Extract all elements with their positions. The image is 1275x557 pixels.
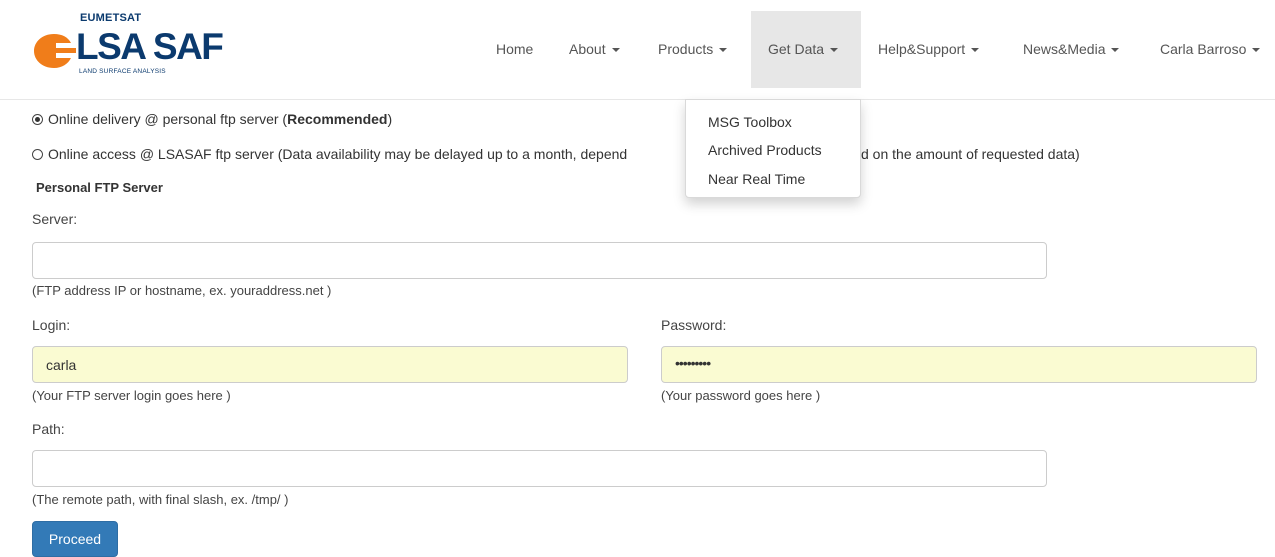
- path-label: Path:: [32, 421, 65, 437]
- radio-button[interactable]: [32, 113, 43, 125]
- caret-down-icon: [719, 48, 728, 53]
- option-emphasis: Recommended: [287, 111, 388, 127]
- password-label: Password:: [661, 317, 727, 333]
- nav-home-label: Home: [496, 41, 534, 57]
- caret-down-icon: [1252, 48, 1261, 53]
- caret-down-icon: [830, 48, 839, 53]
- caret-down-icon: [611, 48, 620, 53]
- nav-products-label: Products: [658, 41, 714, 57]
- server-input[interactable]: [32, 242, 1047, 279]
- dropdown-item-msg-toolbox[interactable]: MSG Toolbox: [708, 114, 792, 130]
- password-value: •••••••••: [675, 355, 711, 371]
- dropdown-item-near-real-time[interactable]: Near Real Time: [708, 171, 805, 187]
- logo[interactable]: EUMETSAT LSA SAF LAND SURFACE ANALYSIS: [32, 10, 232, 80]
- lsa-saf-logo-icon: [34, 34, 76, 68]
- path-help: (The remote path, with final slash, ex. …: [32, 492, 289, 507]
- option-text: Online delivery @ personal ftp server (: [48, 111, 288, 127]
- server-label: Server:: [32, 211, 78, 227]
- login-input[interactable]: carla: [32, 346, 628, 383]
- nav-user-label: Carla Barroso: [1160, 41, 1247, 57]
- nav-home[interactable]: Home: [496, 11, 533, 88]
- eumetsat-wordmark: EUMETSAT: [80, 12, 142, 24]
- radio-button[interactable]: [32, 148, 43, 160]
- caret-down-icon: [1111, 48, 1120, 53]
- nav-help-support-label: Help&Support: [878, 41, 966, 57]
- option-text-continued: d on the amount of requested data): [861, 146, 1080, 162]
- proceed-button[interactable]: Proceed: [32, 521, 118, 557]
- path-input[interactable]: [32, 450, 1047, 487]
- get-data-dropdown: MSG Toolbox Archived Products Near Real …: [685, 99, 861, 198]
- delivery-option-lsasaf-ftp[interactable]: Online access @ LSASAF ftp server (Data …: [32, 146, 627, 162]
- brand-name: LSA SAF: [76, 26, 224, 67]
- section-title: Personal FTP Server: [36, 180, 163, 195]
- dropdown-item-archived-products[interactable]: Archived Products: [708, 142, 822, 158]
- nav-about[interactable]: About: [569, 11, 620, 88]
- nav-about-label: About: [569, 41, 606, 57]
- nav-get-data[interactable]: Get Data: [751, 11, 861, 88]
- navbar: EUMETSAT LSA SAF LAND SURFACE ANALYSIS H…: [0, 0, 1275, 100]
- login-help: (Your FTP server login goes here ): [32, 388, 231, 403]
- nav-user-menu[interactable]: Carla Barroso: [1160, 11, 1261, 88]
- brand-tagline: LAND SURFACE ANALYSIS: [79, 68, 166, 75]
- password-input[interactable]: •••••••••: [661, 346, 1257, 383]
- delivery-option-personal-ftp[interactable]: Online delivery @ personal ftp server (R…: [32, 111, 392, 127]
- login-label: Login:: [32, 317, 71, 333]
- password-help: (Your password goes here ): [661, 388, 821, 403]
- nav-get-data-label: Get Data: [768, 41, 825, 57]
- nav-news-media[interactable]: News&Media: [1023, 11, 1120, 88]
- nav-help-support[interactable]: Help&Support: [878, 11, 980, 88]
- server-help: (FTP address IP or hostname, ex. youradd…: [32, 283, 332, 298]
- nav-products[interactable]: Products: [658, 11, 728, 88]
- option-text: Online access @ LSASAF ftp server (Data …: [48, 146, 628, 162]
- caret-down-icon: [971, 48, 980, 53]
- login-value: carla: [46, 357, 77, 373]
- nav-news-media-label: News&Media: [1023, 41, 1106, 57]
- option-text-suffix: ): [387, 111, 393, 127]
